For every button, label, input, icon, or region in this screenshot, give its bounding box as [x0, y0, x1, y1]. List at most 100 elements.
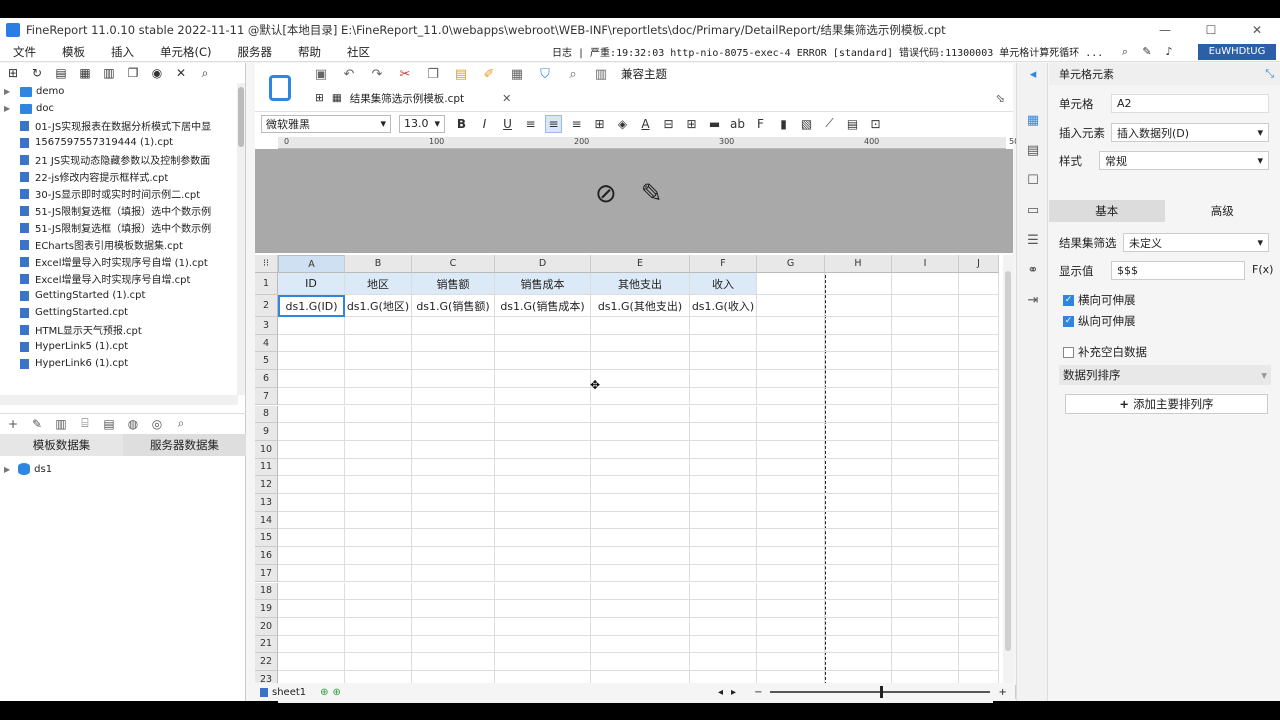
grid-cell[interactable] — [278, 440, 345, 459]
grid-cell[interactable] — [278, 405, 345, 424]
grid-cell[interactable] — [892, 476, 959, 494]
align-center-icon[interactable]: ≡ — [545, 114, 562, 133]
column-header[interactable]: C — [412, 255, 495, 273]
grid-cell[interactable] — [591, 423, 690, 441]
grid-cell[interactable] — [892, 494, 959, 512]
search-icon[interactable]: ⌕ — [198, 66, 212, 81]
file-item[interactable]: Excel增量导入时实现序号自增 (1).cpt — [0, 253, 238, 270]
grid-cell[interactable] — [591, 600, 690, 618]
grid-cell[interactable] — [757, 547, 825, 565]
grid-cell[interactable] — [825, 476, 892, 494]
formula-icon[interactable]: F — [752, 115, 769, 133]
template-type-button[interactable] — [255, 63, 305, 113]
file-item[interactable]: 22-js修改内容提示框样式.cpt — [0, 168, 238, 185]
user-account[interactable]: EuWHDtUG — [1198, 43, 1276, 60]
grid-cell[interactable] — [412, 458, 495, 477]
more-icon[interactable]: ⊡ — [867, 115, 884, 133]
grid-cell[interactable] — [345, 653, 412, 671]
grid-cell[interactable] — [959, 547, 999, 565]
file-item[interactable]: ECharts图表引用模板数据集.cpt — [0, 236, 238, 253]
add-dataset-icon[interactable]: + — [6, 417, 20, 431]
grid-cell[interactable] — [757, 458, 825, 477]
hide-icon[interactable]: ⊘ — [595, 179, 617, 209]
display-value-field[interactable]: $$$ — [1111, 261, 1245, 280]
grid-cell[interactable] — [345, 440, 412, 459]
spreadsheet-grid[interactable]: ⁝⁝ A B C D E F G H I J 1 ID 地区 销售额 销售成本 其他支出 收入 2 ds1.G(ID)… — [255, 255, 1003, 695]
row-header[interactable]: 3 — [255, 317, 278, 335]
grid-cell[interactable] — [825, 317, 892, 335]
grid-cell[interactable] — [690, 494, 757, 512]
grid-cell[interactable] — [959, 317, 999, 335]
search-dataset-icon[interactable]: ⌕ — [174, 416, 188, 431]
grid-cell[interactable] — [959, 529, 999, 548]
grid-cell[interactable] — [757, 352, 825, 371]
grid-cell[interactable] — [591, 370, 690, 388]
export-icon[interactable]: ⇥ — [1025, 293, 1041, 309]
add-poly-sheet-icon[interactable]: ⊕ — [333, 687, 341, 698]
grid-cell[interactable] — [690, 564, 757, 583]
grid-cell[interactable] — [690, 405, 757, 424]
filter-select[interactable]: 未定义 ▾ — [1123, 233, 1269, 252]
grid-cell[interactable] — [591, 387, 690, 406]
row-header[interactable]: 7 — [255, 387, 278, 406]
grid-vscrollbar[interactable] — [1003, 255, 1013, 695]
grid-cell[interactable] — [757, 295, 825, 317]
grid-cell[interactable] — [959, 387, 999, 406]
database-icon[interactable]: ◍ — [126, 417, 140, 431]
file-item[interactable]: Excel增量导入时实现序号自增.cpt — [0, 270, 238, 287]
grid-cell[interactable] — [591, 547, 690, 565]
grid-cell[interactable] — [495, 405, 591, 424]
tab-template-dataset[interactable]: 模板数据集 — [0, 434, 123, 456]
tab-basic[interactable]: 基本 — [1049, 200, 1165, 222]
underline-icon[interactable]: U — [499, 115, 516, 133]
grid-cell[interactable] — [892, 547, 959, 565]
grid-cell[interactable] — [825, 511, 892, 530]
grid-cell[interactable] — [757, 370, 825, 388]
grid-cell[interactable] — [892, 352, 959, 371]
file-item[interactable]: 1567597557319444 (1).cpt — [0, 134, 238, 151]
copy-icon[interactable]: ❐ — [126, 66, 140, 80]
grid-cell[interactable] — [825, 295, 892, 317]
file-item[interactable]: HTML显示天气预报.cpt — [0, 321, 238, 338]
grid-cell[interactable] — [278, 511, 345, 530]
grid-cell[interactable] — [959, 476, 999, 494]
grid-cell[interactable] — [345, 600, 412, 618]
grid-cell[interactable] — [345, 370, 412, 388]
grid-cell[interactable] — [278, 653, 345, 671]
log-message[interactable]: 日志 | 严重:19:32:03 http-nio-8075-exec-4 ER… — [552, 44, 1103, 59]
grid-cell[interactable] — [825, 564, 892, 583]
grid-cell[interactable] — [345, 582, 412, 601]
rich-text-icon[interactable]: ab — [729, 115, 746, 133]
row-header[interactable]: 16 — [255, 547, 278, 565]
grid-cell[interactable] — [345, 476, 412, 494]
grid-cell[interactable] — [892, 582, 959, 601]
grid-cell[interactable] — [345, 387, 412, 406]
grid-cell[interactable] — [959, 295, 999, 317]
next-page-icon[interactable]: ▸ — [731, 687, 736, 698]
grid-cell[interactable] — [825, 370, 892, 388]
expand-arrow-icon[interactable]: ▶ — [4, 87, 14, 96]
column-header[interactable]: B — [345, 255, 412, 273]
grid-cell[interactable] — [345, 564, 412, 583]
grid-cell[interactable] — [495, 317, 591, 335]
grid-cell[interactable] — [345, 529, 412, 548]
grid-cell[interactable] — [690, 334, 757, 353]
row-header[interactable]: 11 — [255, 458, 278, 477]
float-element-icon[interactable]: ☐ — [1025, 173, 1041, 189]
grid-cell[interactable] — [412, 653, 495, 671]
chart-icon[interactable]: ▮ — [775, 115, 792, 133]
refresh-icon[interactable]: ↻ — [30, 66, 44, 80]
grid-cell[interactable] — [495, 511, 591, 530]
grid-cell[interactable] — [825, 653, 892, 671]
file-tree-hscrollbar[interactable] — [0, 395, 238, 405]
file-item[interactable]: HyperLink5 (1).cpt — [0, 338, 238, 355]
row-header[interactable]: 14 — [255, 511, 278, 530]
grid-cell[interactable] — [278, 564, 345, 583]
grid-cell[interactable] — [345, 617, 412, 636]
insert-element-select[interactable]: 插入数据列(D) ▾ — [1111, 123, 1269, 142]
redo-icon[interactable]: ↷ — [369, 67, 385, 82]
grid-cell[interactable] — [690, 370, 757, 388]
file-item[interactable]: 51-JS限制复选框（填报）选中个数示例 — [0, 202, 238, 219]
row-header[interactable]: 22 — [255, 653, 278, 671]
grid-cell[interactable] — [757, 635, 825, 654]
